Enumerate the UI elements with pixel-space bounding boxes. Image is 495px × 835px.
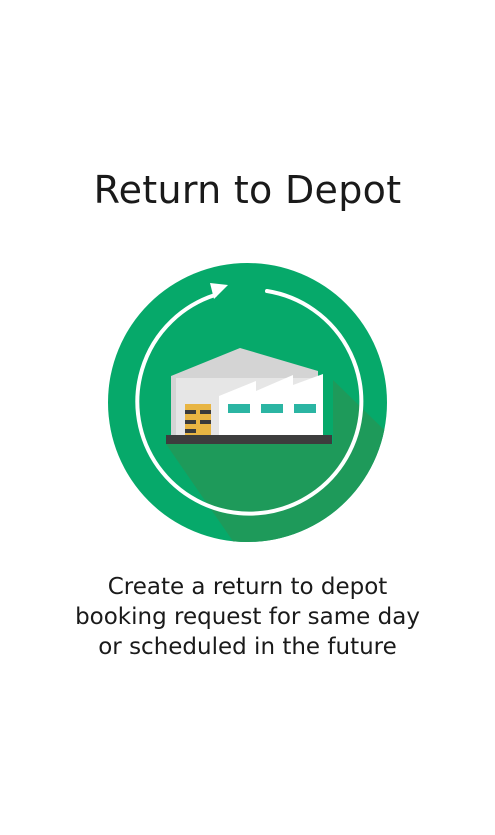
depot-return-icon [108,263,387,542]
window [294,404,316,413]
ground-strip [166,435,332,444]
description-text: Create a return to depot booking request… [75,574,420,660]
onboarding-screen: Return to Depot Create a return to depot… [0,0,495,835]
window [228,404,250,413]
window [261,404,283,413]
page-title: Return to Depot [93,168,402,212]
